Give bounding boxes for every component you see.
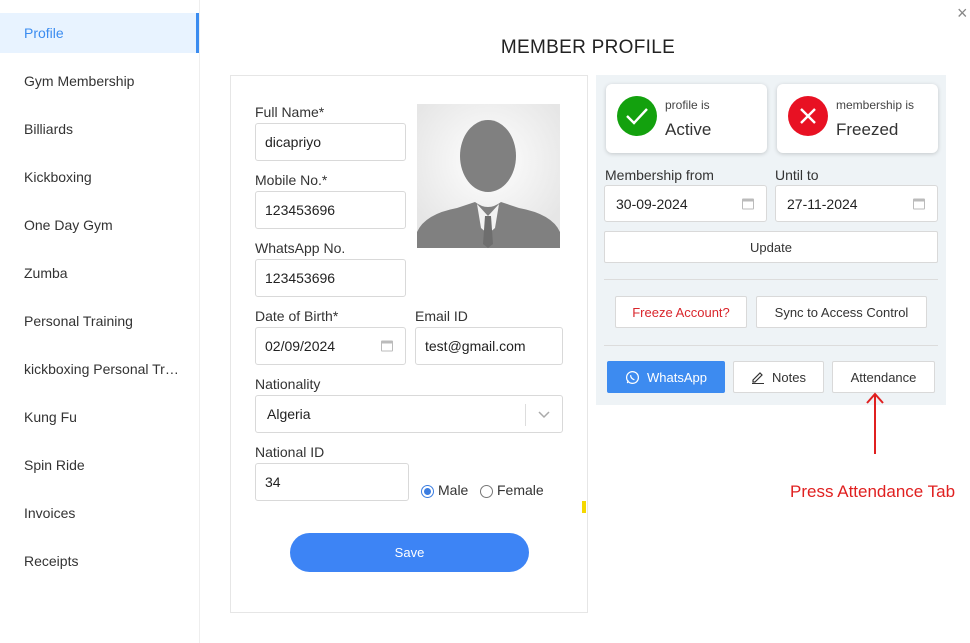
membership-from-value: 30-09-2024 [616, 195, 688, 212]
national-id-input[interactable]: 34 [255, 463, 409, 501]
sidebar-item-invoices[interactable]: Invoices [0, 493, 199, 541]
dob-label: Date of Birth* [255, 308, 339, 324]
radio-selected-icon[interactable] [421, 484, 434, 498]
gender-female-label: Female [497, 482, 544, 498]
chevron-down-icon[interactable] [538, 411, 550, 419]
arrow-up-icon [866, 392, 884, 454]
membership-status-value: Freezed [836, 120, 899, 139]
sidebar-item-kickboxing-personal-training[interactable]: kickboxing Personal Trai... [0, 349, 199, 397]
profile-status-value: Active [665, 120, 712, 139]
check-icon [617, 96, 657, 136]
annotation-text: Press Attendance Tab [790, 482, 956, 501]
whatsapp-icon [625, 370, 640, 384]
email-input[interactable]: test@gmail.com [415, 327, 563, 365]
dob-input[interactable]: 02/09/2024 [255, 327, 406, 365]
calendar-icon[interactable] [742, 198, 754, 209]
attendance-button[interactable]: Attendance [832, 361, 935, 393]
mobile-value: 123453696 [265, 202, 336, 218]
close-icon[interactable]: × [957, 3, 968, 24]
calendar-icon[interactable] [913, 198, 925, 209]
whatsapp-button-label: WhatsApp [647, 369, 707, 385]
sidebar: Profile Gym Membership Billiards Kickbox… [0, 0, 200, 643]
nationality-value: Algeria [267, 406, 311, 422]
email-value: test@gmail.com [425, 338, 526, 354]
sidebar-item-spin-ride[interactable]: Spin Ride [0, 445, 199, 493]
avatar [417, 104, 560, 248]
sidebar-item-kung-fu[interactable]: Kung Fu [0, 397, 199, 445]
sidebar-item-receipts[interactable]: Receipts [0, 541, 199, 589]
whatsapp-number-label: WhatsApp No. [255, 240, 346, 256]
mobile-label: Mobile No.* [255, 172, 328, 188]
pencil-icon [752, 372, 765, 384]
mobile-input[interactable]: 123453696 [255, 191, 406, 229]
membership-from-label: Membership from [605, 167, 714, 183]
notes-button-label: Notes [772, 369, 806, 385]
sidebar-item-one-day-gym[interactable]: One Day Gym [0, 205, 199, 253]
whatsapp-button[interactable]: WhatsApp [607, 361, 725, 393]
gender-radio-male[interactable]: Male [421, 482, 468, 498]
radio-unselected-icon[interactable] [480, 484, 493, 498]
national-id-value: 34 [265, 474, 281, 490]
divider [604, 279, 938, 280]
membership-status-caption: membership is [836, 98, 915, 112]
membership-until-input[interactable]: 27-11-2024 [775, 185, 938, 222]
sync-access-control-button[interactable]: Sync to Access Control [756, 296, 927, 328]
page-title: MEMBER PROFILE [500, 37, 676, 58]
sidebar-item-billiards[interactable]: Billiards [0, 109, 199, 157]
nationality-label: Nationality [255, 376, 321, 392]
yellow-marker [582, 501, 586, 513]
member-form-card: Full Name* dicapriyo Mobile No.* 1234536… [230, 75, 588, 613]
notes-button[interactable]: Notes [733, 361, 824, 393]
dob-value: 02/09/2024 [265, 338, 336, 354]
profile-status-caption: profile is [665, 98, 710, 112]
sidebar-item-personal-training[interactable]: Personal Training [0, 301, 199, 349]
sidebar-item-kickboxing[interactable]: Kickboxing [0, 157, 199, 205]
divider [604, 345, 938, 346]
sidebar-item-profile[interactable]: Profile [0, 13, 199, 53]
national-id-label: National ID [255, 444, 325, 460]
profile-status-card: profile is Active [606, 84, 767, 153]
cross-icon [788, 96, 828, 136]
save-button[interactable]: Save [290, 533, 529, 572]
membership-from-input[interactable]: 30-09-2024 [604, 185, 767, 222]
update-button[interactable]: Update [604, 231, 938, 263]
select-divider [525, 404, 526, 426]
full-name-value: dicapriyo [265, 134, 322, 150]
calendar-icon[interactable] [381, 340, 393, 352]
gender-male-label: Male [438, 482, 469, 498]
full-name-label: Full Name* [255, 104, 325, 120]
membership-panel: profile is Active membership is Freezed … [596, 75, 946, 405]
membership-until-label: Until to [775, 167, 819, 183]
freeze-account-button[interactable]: Freeze Account? [615, 296, 747, 328]
user-silhouette-icon [417, 104, 560, 248]
whatsapp-number-input[interactable]: 123453696 [255, 259, 406, 297]
membership-status-card: membership is Freezed [777, 84, 938, 153]
sidebar-item-gym-membership[interactable]: Gym Membership [0, 61, 199, 109]
membership-until-value: 27-11-2024 [787, 195, 858, 212]
gender-radio-female[interactable]: Female [480, 482, 544, 498]
whatsapp-number-value: 123453696 [265, 270, 336, 286]
email-label: Email ID [415, 308, 468, 324]
nationality-select[interactable]: Algeria [255, 395, 563, 433]
sidebar-item-zumba[interactable]: Zumba [0, 253, 199, 301]
full-name-input[interactable]: dicapriyo [255, 123, 406, 161]
